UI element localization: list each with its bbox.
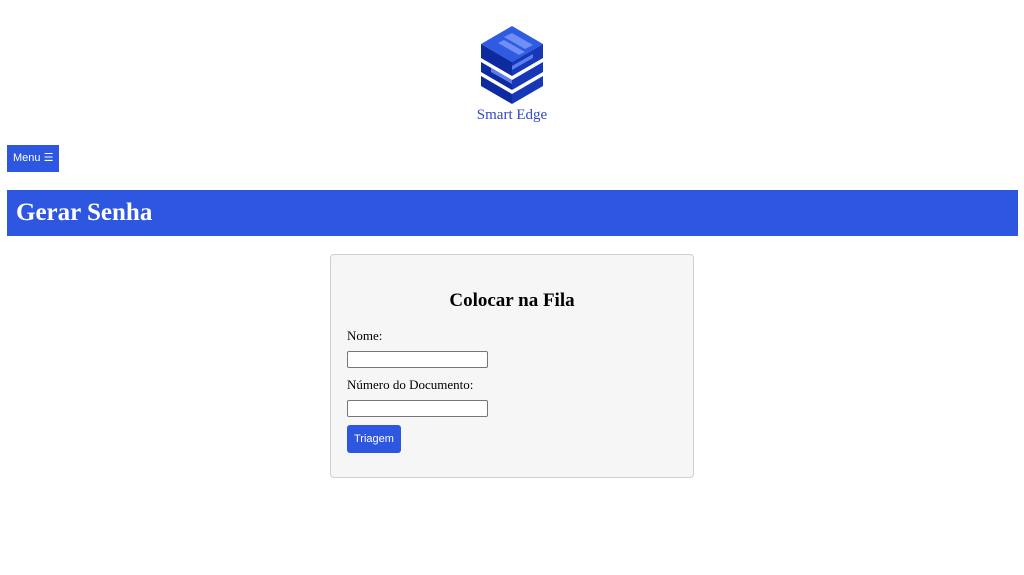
logo: Smart Edge bbox=[0, 24, 1024, 124]
document-number-label: Número do Documento: bbox=[347, 377, 474, 392]
brand-name: Smart Edge bbox=[476, 107, 548, 123]
page-header: Gerar Senha bbox=[7, 190, 1018, 236]
menu-button[interactable]: Menu ☰ bbox=[7, 145, 60, 172]
page-title: Gerar Senha bbox=[16, 199, 153, 226]
name-label: Nome: bbox=[347, 328, 383, 343]
form-title: Colocar na Fila bbox=[449, 290, 575, 311]
stacked-cube-logo-icon bbox=[481, 26, 543, 104]
triage-button[interactable]: Triagem bbox=[347, 425, 401, 453]
name-input[interactable] bbox=[347, 351, 488, 368]
queue-form: Colocar na Fila Nome: Número do Document… bbox=[330, 254, 694, 478]
document-number-input[interactable] bbox=[347, 400, 488, 417]
